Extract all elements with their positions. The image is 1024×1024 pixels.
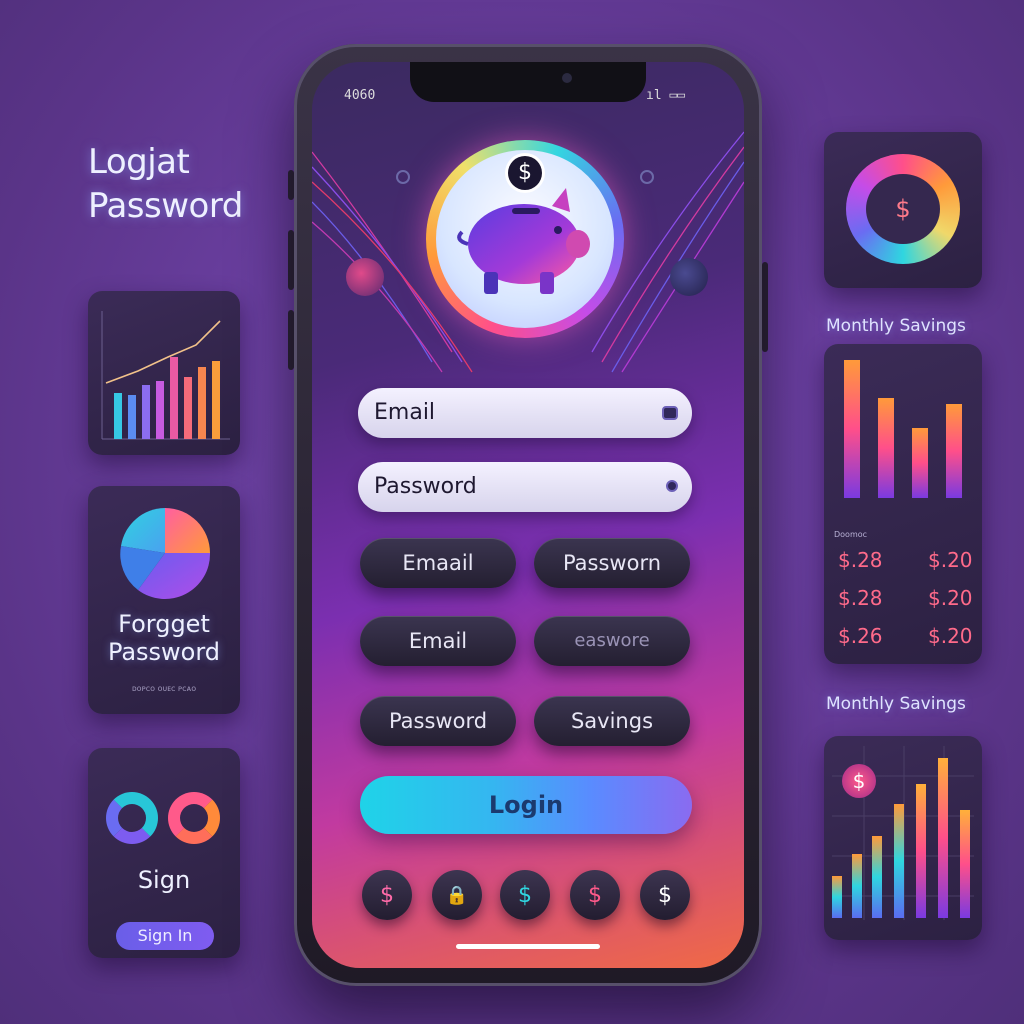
bar <box>128 395 136 439</box>
amount-value: $.20 <box>928 586 973 610</box>
bars <box>114 357 220 439</box>
front-camera <box>562 73 572 83</box>
ring-dollar-icon: $ <box>866 174 940 244</box>
bar <box>184 377 192 439</box>
forget-line-1: Forgget <box>118 610 210 638</box>
bar <box>170 357 178 439</box>
ring-icon-pink <box>168 792 220 844</box>
home-indicator <box>456 944 600 949</box>
coin-icon: $ <box>842 764 876 798</box>
savings-pill-button[interactable]: Savings <box>534 696 690 746</box>
email-pill-button-2[interactable]: Email <box>360 616 516 666</box>
amount-value: $.20 <box>928 624 973 648</box>
dot-icon <box>640 170 654 184</box>
amount-value: $.26 <box>838 624 883 648</box>
orb-icon <box>670 258 708 296</box>
growth-chart <box>101 311 230 440</box>
phone-power-button <box>762 262 768 352</box>
bar <box>832 876 842 918</box>
dollar-icon[interactable]: $ <box>570 870 620 920</box>
bar <box>912 428 928 498</box>
login-button[interactable]: Login <box>360 776 692 834</box>
monthly-growth-card: $ <box>824 736 982 940</box>
ring-chart-icon: $ <box>846 154 960 264</box>
bar <box>960 810 970 918</box>
forget-password-label[interactable]: Forgget Password <box>88 610 240 666</box>
password-placeholder: Password <box>374 474 477 499</box>
heading-line-2: Password <box>88 186 243 226</box>
bar <box>916 784 926 918</box>
bar <box>946 404 962 498</box>
sign-title: Sign <box>137 866 191 894</box>
forget-line-2: Password <box>107 638 221 666</box>
bar <box>142 385 150 439</box>
lock-icon[interactable]: 🔒 <box>432 870 482 920</box>
status-time: 4060 <box>344 88 376 103</box>
forget-password-card[interactable]: Forgget Password ᴅᴏᴘᴄᴏ ᴏᴜᴇᴄ ᴘᴄᴀᴏ <box>88 486 240 714</box>
status-icons: ıl ▭▭ <box>646 88 686 103</box>
email-pill-button[interactable]: Emaail <box>360 538 516 588</box>
sign-in-button[interactable]: Sign In <box>116 922 214 950</box>
bar <box>852 854 862 918</box>
growth-chart-card <box>88 291 240 455</box>
bar <box>844 360 860 498</box>
ring-icon-blue <box>106 792 158 844</box>
heading-line-1: Logjat <box>88 142 190 182</box>
savings-bar-chart <box>844 360 962 498</box>
email-field[interactable]: Email <box>358 388 692 438</box>
bar <box>938 758 948 918</box>
monthly-savings-card: Doomoc $.28 $.20 $.28 $.20 $.26 $.20 <box>824 344 982 664</box>
forget-small-text: ᴅᴏᴘᴄᴏ ᴏᴜᴇᴄ ᴘᴄᴀᴏ <box>131 684 197 693</box>
amounts-header: Doomoc <box>834 530 868 539</box>
bar <box>872 836 882 918</box>
dollar-icon[interactable]: $ <box>362 870 412 920</box>
piggy-bank-icon <box>457 188 590 294</box>
dot-icon <box>396 170 410 184</box>
bar <box>198 367 206 439</box>
bar <box>894 804 904 918</box>
dollar-icon[interactable]: $ <box>500 870 550 920</box>
monthly-savings-label-1: Monthly Savings <box>826 316 966 336</box>
sign-in-card: Sign Sign In <box>88 748 240 958</box>
password-field[interactable]: Password <box>358 462 692 512</box>
bar <box>156 381 164 439</box>
savings-ring-card: $ <box>824 132 982 288</box>
amount-value: $.28 <box>838 548 883 572</box>
amount-value: $.20 <box>928 548 973 572</box>
phone-notch <box>410 62 646 102</box>
monthly-savings-label-2: Monthly Savings <box>826 694 966 714</box>
orb-icon <box>346 258 384 296</box>
password-pill-button[interactable]: Passworn <box>534 538 690 588</box>
password-pill-button-2[interactable]: easwore <box>534 616 690 666</box>
coin-icon: $ <box>508 156 542 190</box>
password-pill-button-3[interactable]: Password <box>360 696 516 746</box>
amount-value: $.28 <box>838 586 883 610</box>
pie-chart-icon <box>120 508 211 600</box>
lock-icon <box>666 480 678 492</box>
dollar-icon[interactable]: $ <box>640 870 690 920</box>
bar <box>114 393 122 439</box>
email-icon <box>662 406 678 420</box>
bar <box>212 361 220 439</box>
email-placeholder: Email <box>374 400 436 425</box>
page-heading: Logjat Password <box>88 140 243 228</box>
bar <box>878 398 894 498</box>
